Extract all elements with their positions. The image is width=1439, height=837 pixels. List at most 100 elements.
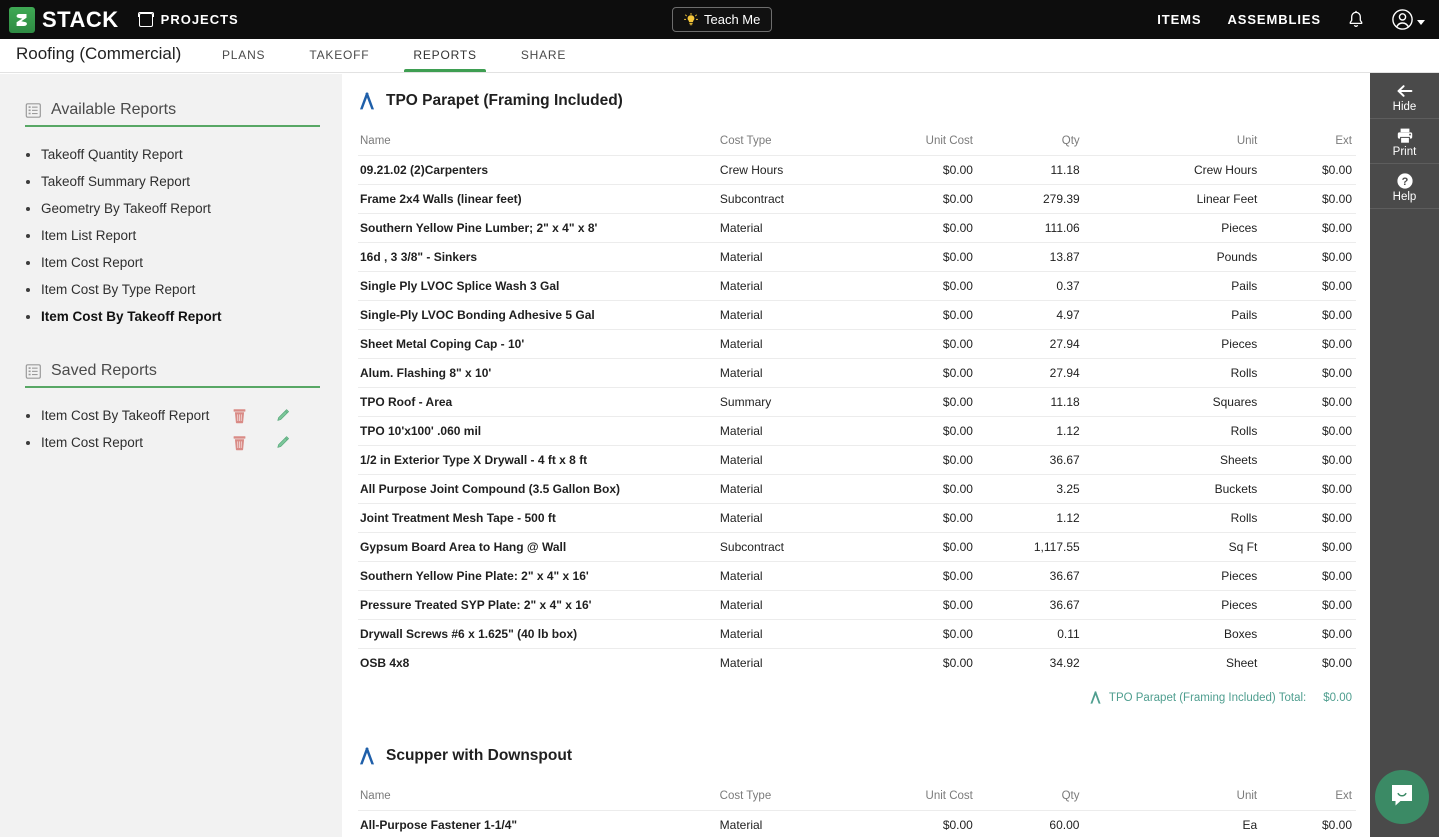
cell-unit: Pails (1079, 271, 1258, 301)
list-icon (25, 363, 42, 380)
report-table-body: All-Purpose Fastener 1-1/4" Material $0.00… (358, 810, 1356, 837)
cell-cost-type: Crew Hours (719, 155, 867, 185)
edit-pencil-icon[interactable] (275, 435, 290, 451)
section-title-row: TPO Parapet (Framing Included) (358, 91, 1356, 111)
edit-pencil-icon[interactable] (275, 408, 290, 424)
cell-unit: Squares (1079, 387, 1258, 417)
report-table: Name Cost Type Unit Cost Qty Unit Ext 09… (358, 135, 1356, 677)
compass-icon (358, 746, 376, 766)
saved-report-row[interactable]: Item Cost By Takeoff Report (0, 402, 342, 429)
delete-icon[interactable] (232, 408, 247, 424)
table-row: 1/2 in Exterior Type X Drywall - 4 ft x … (358, 445, 1356, 475)
cell-name: TPO 10'x100' .060 mil (358, 416, 720, 446)
cell-name: 16d , 3 3/8" - Sinkers (358, 242, 720, 272)
table-row: Sheet Metal Coping Cap - 10' Material $0.0… (358, 329, 1356, 359)
help-button[interactable]: ? Help (1370, 164, 1439, 209)
cell-name: Southern Yellow Pine Lumber; 2" x 4" x 8… (358, 213, 720, 243)
cell-cost-type: Material (719, 213, 867, 243)
right-tool-rail: Hide Print ? Help (1370, 73, 1439, 837)
col-header-qty: Qty (1061, 135, 1080, 147)
chat-support-button[interactable] (1375, 770, 1429, 824)
cell-qty: 13.87 (972, 242, 1080, 272)
cell-cost-type: Material (719, 242, 867, 272)
col-header-name: Name (360, 790, 391, 802)
cell-qty: 0.37 (972, 271, 1080, 301)
cell-qty: 1.12 (972, 416, 1080, 446)
cell-unit-cost: $0.00 (866, 155, 973, 185)
teach-me-button[interactable]: Teach Me (672, 7, 773, 32)
cell-cost-type: Material (719, 503, 867, 533)
available-reports-title: Available Reports (51, 101, 177, 118)
tab-takeoff[interactable]: TAKEOFF (287, 38, 391, 72)
table-row: Southern Yellow Pine Lumber; 2" x 4" x 8… (358, 213, 1356, 243)
cell-cost-type: Material (719, 810, 866, 837)
tab-reports[interactable]: REPORTS (391, 38, 498, 72)
sidebar-item-geometry-by-takeoff-report[interactable]: Geometry By Takeoff Report (0, 195, 342, 222)
col-header-ext: Ext (1335, 135, 1352, 147)
stack-logo-text: STACK (42, 6, 119, 32)
print-button[interactable]: Print (1370, 119, 1439, 164)
cell-cost-type: Material (719, 445, 867, 475)
sidebar-item-label: Takeoff Summary Report (41, 174, 191, 189)
cell-name: Frame 2x4 Walls (linear feet) (358, 184, 720, 214)
cell-unit: Crew Hours (1079, 155, 1258, 185)
sidebar-item-label: Item Cost Report (41, 255, 144, 270)
cell-unit-cost: $0.00 (866, 387, 973, 417)
report-content-area: TPO Parapet (Framing Included) Name Cost… (342, 74, 1370, 837)
projects-nav-button[interactable]: PROJECTS (138, 11, 239, 27)
cell-unit: Pieces (1079, 590, 1258, 620)
available-reports-header: Available Reports (25, 101, 342, 119)
sidebar-item-item-cost-report[interactable]: Item Cost Report (0, 249, 342, 276)
cell-name: Joint Treatment Mesh Tape - 500 ft (358, 503, 720, 533)
table-row: TPO 10'x100' .060 mil Material $0.00 1.12 Ro… (358, 416, 1356, 446)
cell-unit-cost: $0.00 (866, 242, 973, 272)
saved-report-label: Item Cost By Takeoff Report (41, 408, 210, 423)
sidebar-item-label: Geometry By Takeoff Report (41, 201, 211, 216)
tab-plans[interactable]: PLANS (200, 38, 287, 72)
table-header-row: Name Cost Type Unit Cost Qty Unit Ext (358, 790, 1356, 811)
cell-name: OSB 4x8 (358, 648, 720, 677)
cell-ext: $0.00 (1257, 242, 1356, 272)
cell-unit-cost: $0.00 (866, 503, 973, 533)
col-header-qty: Qty (1061, 790, 1080, 802)
items-nav-link[interactable]: ITEMS (1157, 12, 1201, 27)
folder-icon (138, 11, 155, 27)
user-avatar-icon (1391, 8, 1414, 31)
report-section-tpo-parapet: TPO Parapet (Framing Included) Name Cost… (342, 91, 1370, 705)
chat-bubble-icon (1388, 781, 1416, 814)
cell-unit-cost: $0.00 (865, 810, 973, 837)
cell-ext: $0.00 (1257, 387, 1356, 417)
section-total-label: TPO Parapet (Framing Included) Total: (1108, 691, 1307, 704)
saved-report-row[interactable]: Item Cost Report (0, 429, 342, 456)
projects-label: PROJECTS (160, 12, 239, 27)
cell-qty: 3.25 (972, 474, 1080, 504)
cell-name: Sheet Metal Coping Cap - 10' (358, 329, 720, 359)
cell-unit: Buckets (1079, 474, 1258, 504)
sidebar-item-item-cost-by-takeoff-report[interactable]: Item Cost By Takeoff Report (0, 303, 342, 330)
bullet-icon (26, 179, 30, 184)
bullet-icon (26, 152, 30, 157)
stack-logo-mark-icon (9, 6, 35, 33)
sidebar-item-takeoff-summary-report[interactable]: Takeoff Summary Report (0, 168, 342, 195)
delete-icon[interactable] (232, 435, 247, 451)
sidebar-item-item-list-report[interactable]: Item List Report (0, 222, 342, 249)
cell-unit-cost: $0.00 (866, 474, 973, 504)
user-account-menu[interactable] (1391, 8, 1425, 31)
assemblies-nav-link[interactable]: ASSEMBLIES (1227, 12, 1321, 27)
report-table-head: Name Cost Type Unit Cost Qty Unit Ext (358, 790, 1356, 811)
notification-bell-icon[interactable] (1347, 10, 1365, 30)
sidebar-item-takeoff-quantity-report[interactable]: Takeoff Quantity Report (0, 141, 342, 168)
saved-reports-section: Saved Reports Item Cost By Takeoff Repor… (0, 362, 342, 456)
cell-unit: Linear Feet (1079, 184, 1258, 214)
cell-cost-type: Subcontract (719, 532, 867, 562)
compass-icon (358, 91, 376, 111)
sidebar-item-item-cost-by-type-report[interactable]: Item Cost By Type Report (0, 276, 342, 303)
chevron-down-icon (1417, 19, 1425, 25)
section-title: Scupper with Downspout (386, 747, 572, 764)
cell-ext: $0.00 (1257, 810, 1356, 837)
tab-share[interactable]: SHARE (499, 38, 588, 72)
cell-ext: $0.00 (1257, 474, 1356, 504)
stack-logo[interactable]: STACK (9, 6, 119, 33)
cell-cost-type: Material (719, 474, 867, 504)
hide-panel-button[interactable]: Hide (1370, 73, 1439, 119)
